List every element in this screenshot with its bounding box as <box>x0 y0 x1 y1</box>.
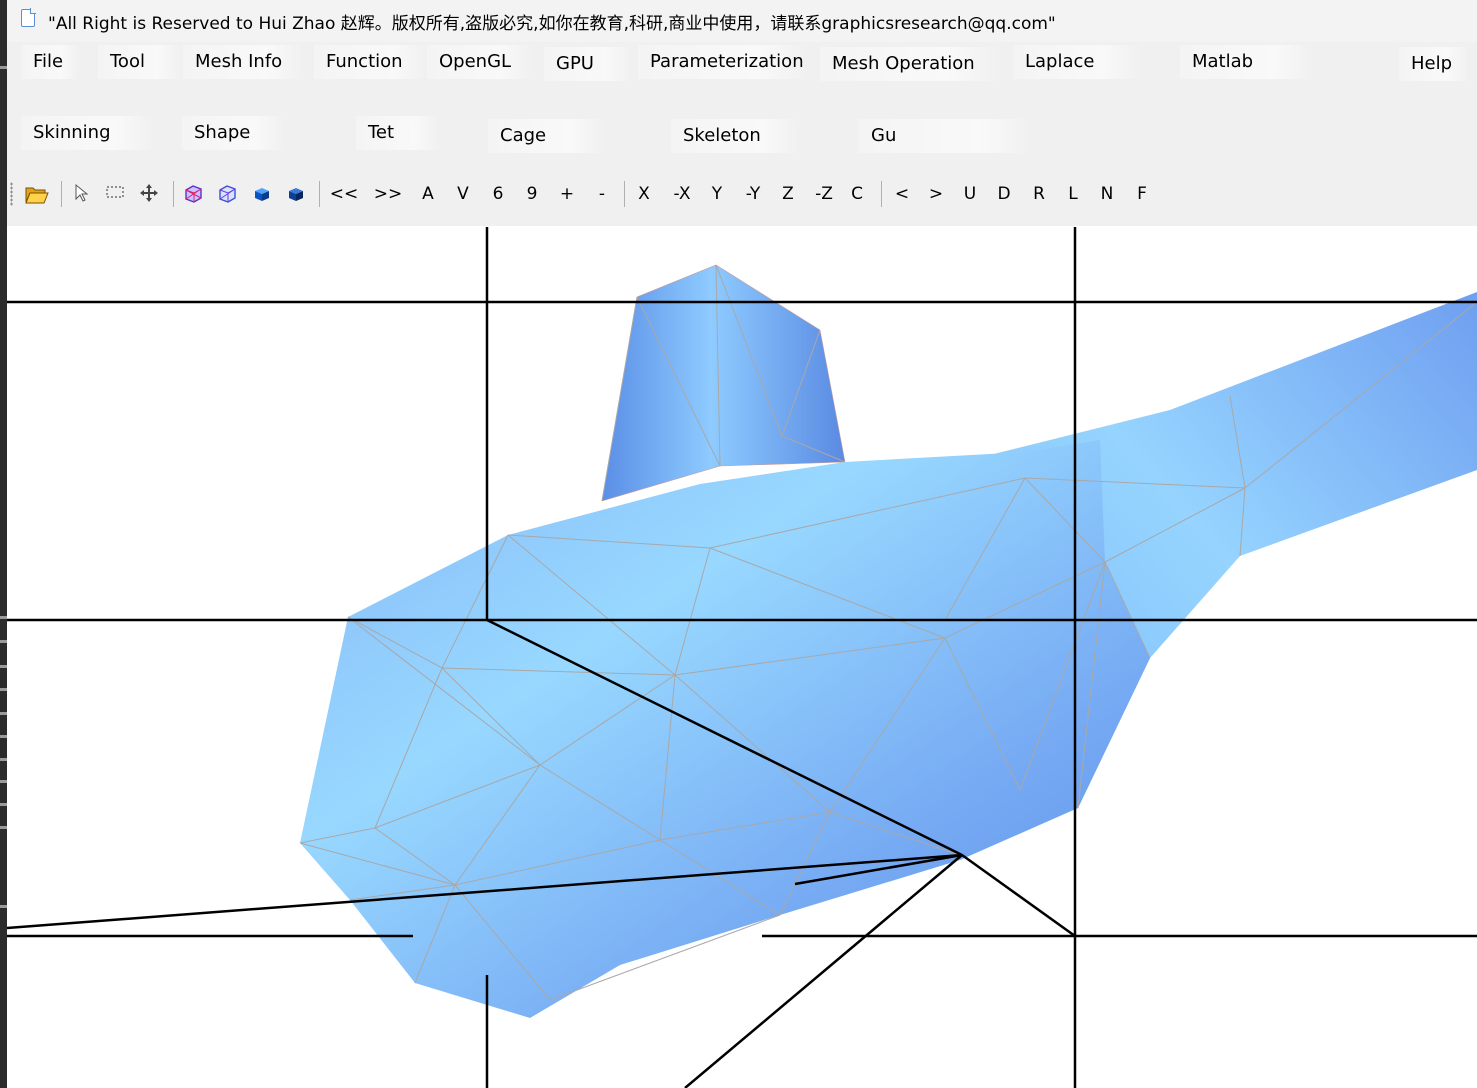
mesh-render <box>7 227 1477 1088</box>
menu-matlab[interactable]: Matlab <box>1180 45 1314 79</box>
u-button[interactable]: U <box>959 181 981 207</box>
menu-skeleton[interactable]: Skeleton <box>671 119 800 153</box>
prev-prev-button[interactable]: << <box>329 181 359 207</box>
menu-gpu[interactable]: GPU <box>544 47 632 81</box>
view-neg-y-button[interactable]: -Y <box>738 181 768 207</box>
less-than-button[interactable]: < <box>891 181 913 207</box>
menu-tet[interactable]: Tet <box>356 116 440 150</box>
toolbar: << >> A V 6 9 + - X -X Y -Y Z -Z C < > U… <box>7 174 1477 226</box>
wireframe-cube-icon[interactable] <box>180 181 206 207</box>
next-next-button[interactable]: >> <box>373 181 403 207</box>
six-button[interactable]: 6 <box>487 181 509 207</box>
view-neg-x-button[interactable]: -X <box>667 181 697 207</box>
menu-opengl[interactable]: OpenGL <box>427 45 532 79</box>
menu-cage[interactable]: Cage <box>488 119 605 153</box>
plus-button[interactable]: + <box>556 181 578 207</box>
document-icon <box>21 8 36 27</box>
menu-tool[interactable]: Tool <box>98 45 183 79</box>
wireframe-cube-alt-icon[interactable] <box>214 181 240 207</box>
solid-cube-icon[interactable] <box>249 181 275 207</box>
menu-mesh-info[interactable]: Mesh Info <box>183 45 304 79</box>
n-button[interactable]: N <box>1096 181 1118 207</box>
v-button[interactable]: V <box>452 181 474 207</box>
a-button[interactable]: A <box>417 181 439 207</box>
menu-shape[interactable]: Shape <box>182 116 285 150</box>
nine-button[interactable]: 9 <box>521 181 543 207</box>
select-pointer-icon[interactable] <box>69 181 93 207</box>
menu-gu[interactable]: Gu <box>859 119 1031 153</box>
minus-button[interactable]: - <box>591 181 613 207</box>
menu-skinning[interactable]: Skinning <box>21 116 155 150</box>
l-button[interactable]: L <box>1062 181 1084 207</box>
view-z-button[interactable]: Z <box>777 181 799 207</box>
menu-help[interactable]: Help <box>1399 47 1469 81</box>
menu-laplace[interactable]: Laplace <box>1013 45 1141 79</box>
menu-function[interactable]: Function <box>314 45 427 79</box>
view-c-button[interactable]: C <box>846 181 868 207</box>
menu-parameterization[interactable]: Parameterization <box>638 45 808 79</box>
background-window-edge <box>0 0 7 1088</box>
view-neg-z-button[interactable]: -Z <box>809 181 839 207</box>
view-x-button[interactable]: X <box>633 181 655 207</box>
d-button[interactable]: D <box>993 181 1015 207</box>
window-title: "All Right is Reserved to Hui Zhao 赵辉。版权… <box>48 14 1056 34</box>
window-titlebar: "All Right is Reserved to Hui Zhao 赵辉。版权… <box>7 0 1477 42</box>
greater-than-button[interactable]: > <box>925 181 947 207</box>
view-y-button[interactable]: Y <box>706 181 728 207</box>
rect-select-icon[interactable] <box>103 181 127 207</box>
solid-cube-dark-icon[interactable] <box>283 181 309 207</box>
open-folder-icon[interactable] <box>23 181 51 207</box>
move-icon[interactable] <box>137 181 161 207</box>
r-button[interactable]: R <box>1028 181 1050 207</box>
menubar: File Tool Mesh Info Function OpenGL GPU … <box>7 42 1477 174</box>
f-button[interactable]: F <box>1131 181 1153 207</box>
toolbar-grip[interactable] <box>10 182 13 206</box>
mesh-body <box>300 440 1150 1018</box>
menu-mesh-operation[interactable]: Mesh Operation <box>820 47 1002 81</box>
menu-file[interactable]: File <box>21 45 79 79</box>
opengl-viewport[interactable] <box>7 227 1477 1088</box>
